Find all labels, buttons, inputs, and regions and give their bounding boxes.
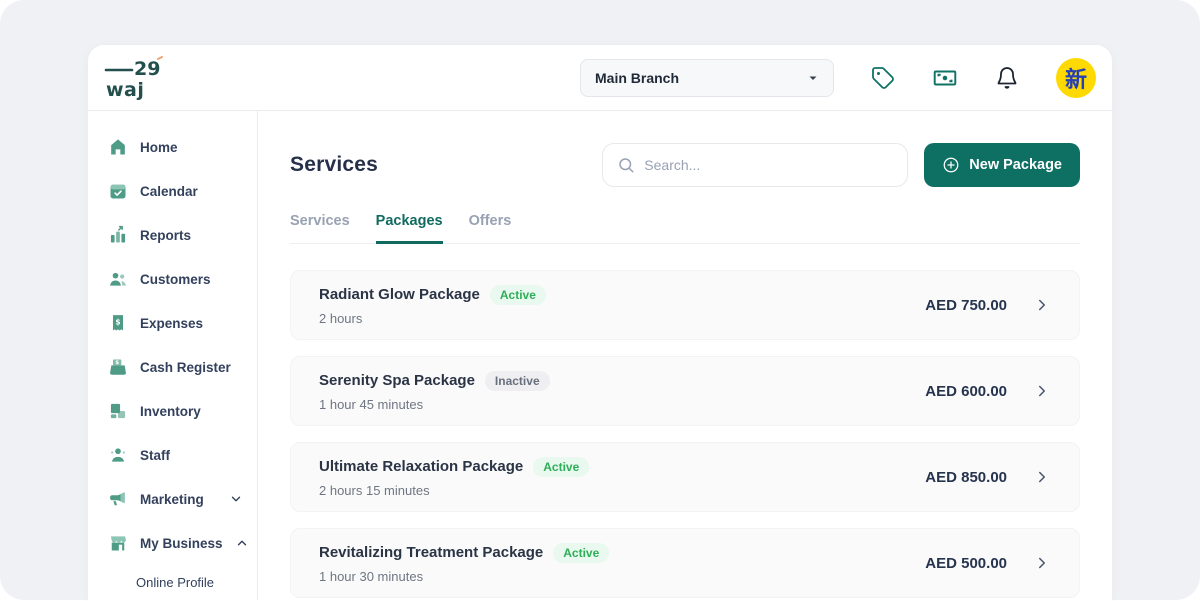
chevron-right-icon <box>1033 382 1051 400</box>
inventory-icon <box>108 401 128 421</box>
chevron-down-icon <box>229 492 243 506</box>
waj-logo: 29 waj <box>102 56 172 100</box>
tab-services[interactable]: Services <box>290 213 350 244</box>
sidebar-item-reports[interactable]: Reports <box>88 213 257 257</box>
sidebar-item-label: My Business <box>140 536 223 551</box>
new-package-button[interactable]: New Package <box>924 143 1080 187</box>
svg-text:$: $ <box>115 360 119 366</box>
customers-icon <box>108 269 128 289</box>
status-badge: Active <box>553 543 609 563</box>
search-box <box>602 143 908 187</box>
home-icon <box>108 137 128 157</box>
status-badge: Active <box>490 285 546 305</box>
sidebar-item-inventory[interactable]: Inventory <box>88 389 257 433</box>
svg-text:$: $ <box>115 317 120 326</box>
page-title: Services <box>290 153 378 177</box>
banknote-icon[interactable] <box>932 65 958 91</box>
tag-icon[interactable] <box>870 65 896 91</box>
sidebar-item-staff[interactable]: Staff <box>88 433 257 477</box>
staff-icon <box>108 445 128 465</box>
package-price: AED 850.00 <box>925 469 1007 486</box>
topbar: 29 waj Main Branch <box>88 45 1112 111</box>
chevron-up-icon <box>235 536 249 550</box>
marketing-icon <box>108 489 128 509</box>
package-name: Revitalizing Treatment Package <box>319 544 543 561</box>
sidebar-item-calendar[interactable]: Calendar <box>88 169 257 213</box>
my-business-icon <box>108 533 128 553</box>
sidebar-item-label: Customers <box>140 272 211 287</box>
sidebar-item-my-business[interactable]: My Business <box>88 521 257 565</box>
cash-register-icon: $ <box>108 357 128 377</box>
chevron-down-icon <box>807 72 819 84</box>
sidebar-item-label: Reports <box>140 228 191 243</box>
logo-top-text: 29 <box>134 58 160 80</box>
content-header: Services New Package <box>290 143 1080 187</box>
sidebar-item-home[interactable]: Home <box>88 125 257 169</box>
topbar-right: Main Branch <box>580 58 1096 98</box>
package-name: Ultimate Relaxation Package <box>319 458 523 475</box>
status-badge: Inactive <box>485 371 550 391</box>
sidebar-item-label: Marketing <box>140 492 204 507</box>
package-row[interactable]: Revitalizing Treatment Package Active 1 … <box>290 528 1080 598</box>
package-price: AED 500.00 <box>925 555 1007 572</box>
logo-bottom-text: waj <box>106 79 144 100</box>
tab-packages[interactable]: Packages <box>376 213 443 244</box>
sidebar-item-label: Staff <box>140 448 170 463</box>
package-duration: 1 hour 30 minutes <box>319 569 609 584</box>
sidebar: Home Calendar Reports Customers $ Expens… <box>88 111 258 600</box>
package-price: AED 750.00 <box>925 297 1007 314</box>
search-input[interactable] <box>644 157 893 173</box>
user-avatar[interactable]: 新 <box>1056 58 1096 98</box>
package-duration: 2 hours 15 minutes <box>319 483 589 498</box>
chevron-right-icon <box>1033 296 1051 314</box>
sidebar-item-cash-register[interactable]: $ Cash Register <box>88 345 257 389</box>
package-list: Radiant Glow Package Active 2 hours AED … <box>290 270 1080 598</box>
package-row[interactable]: Radiant Glow Package Active 2 hours AED … <box>290 270 1080 340</box>
package-row[interactable]: Serenity Spa Package Inactive 1 hour 45 … <box>290 356 1080 426</box>
sidebar-item-customers[interactable]: Customers <box>88 257 257 301</box>
new-package-label: New Package <box>969 157 1062 173</box>
chevron-right-icon <box>1033 554 1051 572</box>
calendar-icon <box>108 181 128 201</box>
package-name: Serenity Spa Package <box>319 372 475 389</box>
avatar-text: 新 <box>1065 62 1087 94</box>
bell-icon[interactable] <box>994 65 1020 91</box>
package-duration: 2 hours <box>319 311 546 326</box>
app-window: 29 waj Main Branch <box>88 45 1112 601</box>
chevron-right-icon <box>1033 468 1051 486</box>
sidebar-item-label: Inventory <box>140 404 201 419</box>
app-body: Home Calendar Reports Customers $ Expens… <box>88 111 1112 600</box>
package-duration: 1 hour 45 minutes <box>319 397 550 412</box>
main-content: Services New Package <box>258 111 1112 600</box>
expenses-icon: $ <box>108 313 128 333</box>
package-name: Radiant Glow Package <box>319 286 480 303</box>
package-price: AED 600.00 <box>925 383 1007 400</box>
search-icon <box>617 156 635 174</box>
reports-icon <box>108 225 128 245</box>
tabs: Services Packages Offers <box>290 213 1080 244</box>
plus-circle-icon <box>942 156 960 174</box>
sidebar-item-label: Calendar <box>140 184 198 199</box>
sidebar-item-marketing[interactable]: Marketing <box>88 477 257 521</box>
sidebar-item-expenses[interactable]: $ Expenses <box>88 301 257 345</box>
header-actions: New Package <box>602 143 1080 187</box>
sidebar-item-label: Home <box>140 140 178 155</box>
branch-selector[interactable]: Main Branch <box>580 59 834 97</box>
status-badge: Active <box>533 457 589 477</box>
sidebar-item-label: Cash Register <box>140 360 231 375</box>
package-row[interactable]: Ultimate Relaxation Package Active 2 hou… <box>290 442 1080 512</box>
sidebar-subitem[interactable]: Online Profile <box>88 565 257 599</box>
branch-selector-value: Main Branch <box>595 70 679 86</box>
tab-offers[interactable]: Offers <box>469 213 512 244</box>
sidebar-item-label: Expenses <box>140 316 203 331</box>
